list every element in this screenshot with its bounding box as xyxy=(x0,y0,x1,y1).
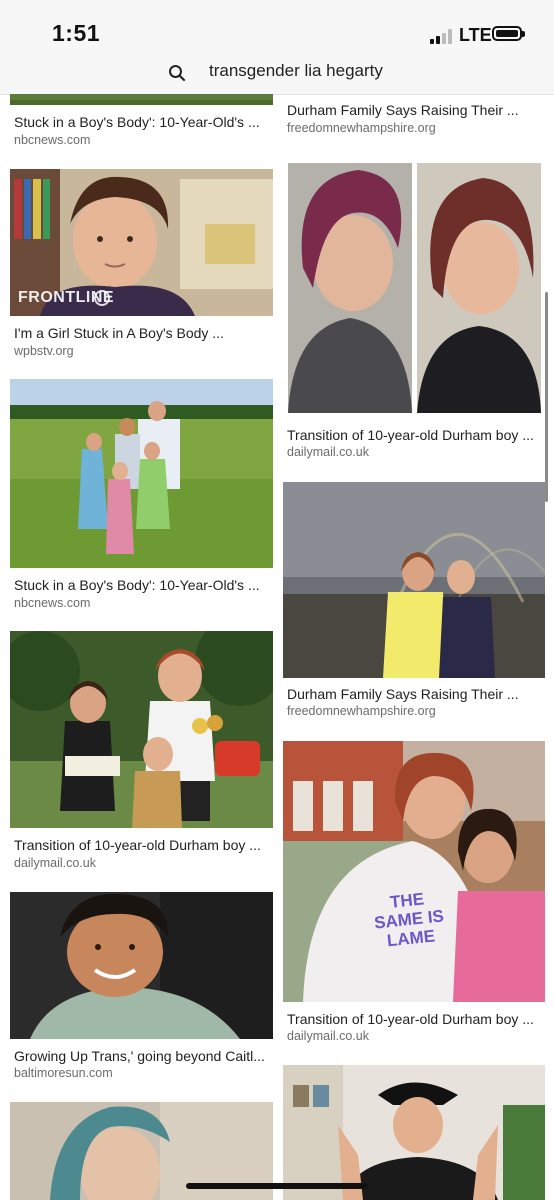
result-source[interactable]: wpbstv.org xyxy=(14,344,74,358)
result-source[interactable]: freedomnewhampshire.org xyxy=(287,704,436,718)
result-caption[interactable]: Transition of 10-year-old Durham boy ... xyxy=(287,1011,534,1027)
result-thumbnail[interactable]: THE SAME IS LAME xyxy=(283,741,545,1002)
image-result-card[interactable]: THE SAME IS LAME Transition of 10-year-o… xyxy=(283,741,545,1046)
result-source[interactable]: baltimoresun.com xyxy=(14,1066,113,1080)
image-result-card[interactable]: Stuck in a Boy's Body': 10-Year-Old's ..… xyxy=(10,94,273,148)
result-thumbnail[interactable] xyxy=(10,892,273,1039)
result-caption[interactable]: Stuck in a Boy's Body': 10-Year-Old's ..… xyxy=(14,577,260,593)
image-result-card[interactable]: Transition of 10-year-old Durham boy ...… xyxy=(283,158,545,464)
result-caption[interactable]: Transition of 10-year-old Durham boy ... xyxy=(287,427,534,443)
result-caption[interactable]: I'm a Girl Stuck in A Boy's Body ... xyxy=(14,325,224,341)
result-thumbnail[interactable] xyxy=(283,482,545,678)
image-result-card[interactable]: Durham Family Says Raising Their ... fre… xyxy=(283,94,545,142)
status-bar: 1:51 LTE xyxy=(0,0,554,58)
image-result-card[interactable]: Growing Up Trans,' going beyond Caitl...… xyxy=(10,892,273,1082)
result-source[interactable]: dailymail.co.uk xyxy=(287,445,369,459)
scrollbar[interactable] xyxy=(545,292,548,502)
image-result-card[interactable]: Transition of 10-year-old Durham boy ...… xyxy=(10,631,273,870)
network-label: LTE xyxy=(459,25,492,45)
home-indicator[interactable] xyxy=(186,1183,368,1189)
result-thumbnail[interactable] xyxy=(10,631,273,828)
result-source[interactable]: freedomnewhampshire.org xyxy=(287,121,436,135)
result-thumbnail[interactable] xyxy=(283,158,545,418)
image-result-card[interactable]: Stuck in a Boy's Body': 10-Year-Old's ..… xyxy=(10,379,273,611)
image-result-card[interactable] xyxy=(283,1065,545,1200)
result-source[interactable]: nbcnews.com xyxy=(14,596,90,610)
result-caption[interactable]: Stuck in a Boy's Body': 10-Year-Old's ..… xyxy=(14,114,260,130)
result-thumbnail[interactable] xyxy=(10,379,273,568)
status-time: 1:51 xyxy=(52,20,101,46)
shirt-graphic: THE SAME IS LAME xyxy=(373,889,445,951)
result-source[interactable]: dailymail.co.uk xyxy=(14,856,96,870)
result-caption[interactable]: Transition of 10-year-old Durham boy ... xyxy=(14,837,261,853)
result-source[interactable]: dailymail.co.uk xyxy=(287,1029,369,1043)
result-thumbnail[interactable] xyxy=(10,94,273,105)
result-caption[interactable]: Durham Family Says Raising Their ... xyxy=(287,686,519,702)
battery-icon xyxy=(492,26,525,41)
pbs-logo-icon xyxy=(94,290,110,306)
result-caption[interactable]: Durham Family Says Raising Their ... xyxy=(287,102,519,118)
search-query[interactable]: transgender lia hegarty xyxy=(209,61,383,81)
result-source[interactable]: nbcnews.com xyxy=(14,133,90,147)
image-result-card[interactable]: Durham Family Says Raising Their ... fre… xyxy=(283,482,545,722)
search-bar[interactable]: transgender lia hegarty xyxy=(0,58,554,95)
magnifier-icon xyxy=(169,65,186,82)
result-thumbnail[interactable] xyxy=(283,1065,545,1200)
image-result-card[interactable]: FRONTLINE I'm a Girl Stuck in A Boy's Bo… xyxy=(10,169,273,359)
result-thumbnail[interactable]: FRONTLINE xyxy=(10,169,273,316)
result-caption[interactable]: Growing Up Trans,' going beyond Caitl... xyxy=(14,1048,265,1064)
cellular-signal-icon xyxy=(430,28,454,44)
